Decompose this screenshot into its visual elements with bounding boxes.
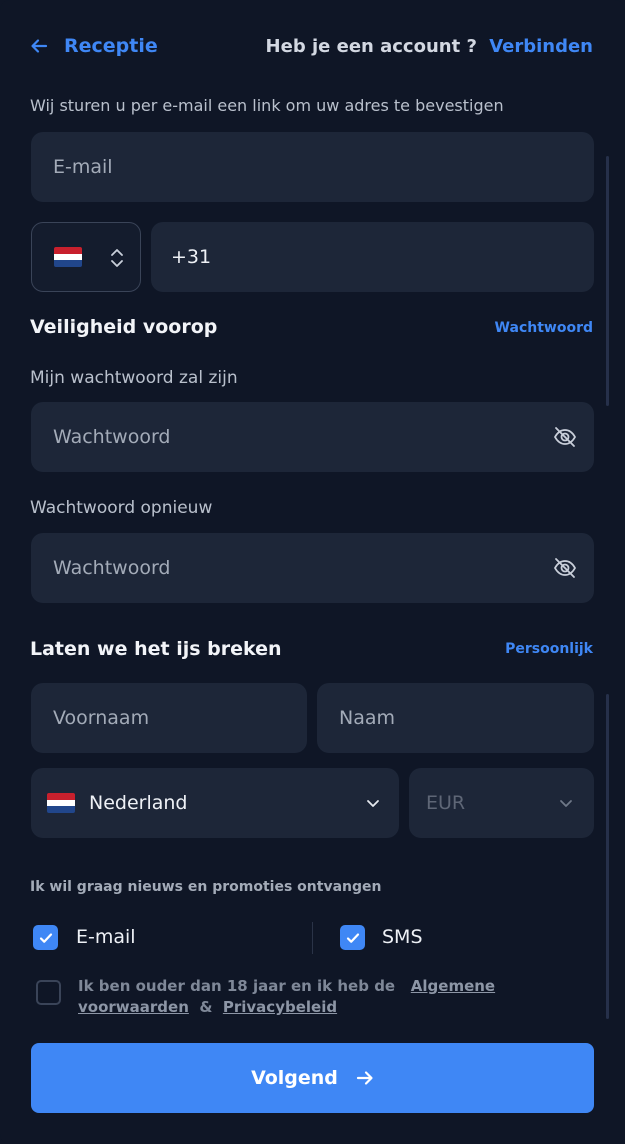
currency-select[interactable]: EUR	[409, 768, 594, 838]
email-promo-label: E-mail	[76, 926, 136, 948]
email-placeholder: E-mail	[53, 156, 113, 178]
header: Receptie Heb je een account ? Verbinden	[30, 28, 593, 64]
next-button[interactable]: Volgend	[31, 1043, 594, 1113]
terms-checkbox[interactable]	[36, 980, 61, 1005]
phone-prefix: +31	[171, 246, 212, 268]
personal-section-title: Laten we het ijs breken	[30, 638, 282, 660]
registration-panel: Receptie Heb je een account ? Verbinden …	[0, 0, 625, 1144]
account-prompt: Heb je een account ? Verbinden	[266, 36, 593, 57]
phone-country-select[interactable]	[31, 222, 141, 292]
checkmark-icon	[39, 932, 52, 943]
country-value: Nederland	[89, 792, 188, 814]
last-name-placeholder: Naam	[339, 707, 396, 729]
password-placeholder: Wachtwoord	[53, 426, 171, 448]
terms-statement: Ik ben ouder dan 18 jaar en ik heb de	[78, 977, 396, 995]
last-name-field[interactable]: Naam	[317, 683, 594, 753]
password-field[interactable]: Wachtwoord	[31, 402, 594, 472]
currency-value: EUR	[426, 792, 466, 814]
terms-text: Ik ben ouder dan 18 jaar en ik heb de Al…	[78, 976, 498, 1018]
scrollbar-bottom[interactable]	[606, 694, 609, 1019]
login-link[interactable]: Verbinden	[489, 36, 593, 57]
email-promo-checkbox[interactable]	[33, 925, 58, 950]
repeat-password-placeholder: Wachtwoord	[53, 557, 171, 579]
personal-section-link[interactable]: Persoonlijk	[505, 641, 593, 657]
email-field[interactable]: E-mail	[31, 132, 594, 202]
first-name-placeholder: Voornaam	[53, 707, 150, 729]
password-section-link[interactable]: Wachtwoord	[495, 320, 593, 336]
terms-connector: &	[199, 998, 213, 1016]
first-name-field[interactable]: Voornaam	[31, 683, 307, 753]
netherlands-flag-icon	[54, 247, 82, 267]
netherlands-flag-icon	[47, 793, 75, 813]
chevron-down-icon	[560, 800, 572, 807]
sms-promo-label: SMS	[382, 926, 423, 948]
arrow-left-icon	[31, 39, 48, 53]
password-label: Mijn wachtwoord zal zijn	[30, 368, 238, 388]
promotions-label: Ik wil graag nieuws en promoties ontvang…	[30, 879, 382, 895]
account-question: Heb je een account ?	[265, 35, 477, 57]
next-button-label: Volgend	[251, 1067, 338, 1089]
repeat-password-field[interactable]: Wachtwoord	[31, 533, 594, 603]
back-button[interactable]: Receptie	[30, 35, 158, 57]
promo-divider	[312, 922, 313, 954]
eye-off-icon[interactable]	[552, 555, 578, 581]
privacy-policy-link[interactable]: Privacybeleid	[223, 998, 337, 1016]
email-info-text: Wij sturen u per e-mail een link om uw a…	[30, 96, 504, 115]
country-select[interactable]: Nederland	[31, 768, 399, 838]
repeat-password-label: Wachtwoord opnieuw	[30, 498, 213, 518]
eye-off-icon[interactable]	[552, 424, 578, 450]
phone-number-field[interactable]: +31	[151, 222, 594, 292]
arrow-right-icon	[356, 1071, 373, 1085]
sort-chevrons-icon	[111, 249, 123, 267]
checkmark-icon	[346, 932, 359, 943]
back-label: Receptie	[64, 35, 158, 57]
security-section-title: Veiligheid voorop	[30, 316, 218, 338]
chevron-down-icon	[367, 800, 379, 807]
sms-promo-checkbox[interactable]	[340, 925, 365, 950]
scrollbar-top[interactable]	[606, 156, 609, 406]
